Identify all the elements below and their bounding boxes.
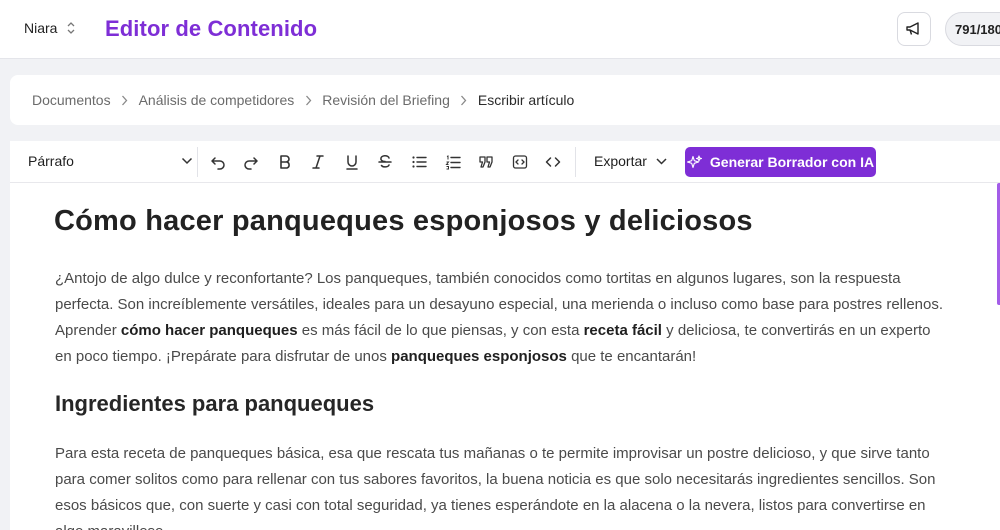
code-icon <box>545 157 561 167</box>
generate-draft-label: Generar Borrador con IA <box>709 154 875 170</box>
code-block-icon <box>512 155 528 169</box>
announcements-button[interactable] <box>897 12 931 46</box>
bold-icon <box>280 155 290 169</box>
ordered-list-icon <box>445 155 461 170</box>
chevron-right-icon <box>450 95 478 106</box>
quote-button[interactable] <box>476 152 496 172</box>
undo-button[interactable] <box>208 152 228 172</box>
section-heading: Ingredientes para panqueques <box>55 391 375 416</box>
chevron-right-icon <box>294 95 322 106</box>
bullet-list-icon <box>412 156 427 168</box>
bold-button[interactable] <box>275 152 295 172</box>
block-type-select[interactable]: Párrafo <box>28 153 193 169</box>
intro-paragraph: ¿Antojo de algo dulce y reconfortante? L… <box>55 270 944 365</box>
breadcrumb-item-current: Escribir artículo <box>477 92 575 108</box>
underline-button[interactable] <box>342 152 362 172</box>
chevron-down-icon <box>656 157 667 165</box>
undo-icon <box>211 157 225 170</box>
editor-canvas[interactable]: Cómo hacer panqueques esponjosos y delic… <box>10 183 1000 530</box>
quote-icon <box>479 156 493 168</box>
export-button[interactable]: Exportar <box>594 153 667 169</box>
chevron-up-down-icon <box>68 22 75 34</box>
breadcrumb-item-revision[interactable]: Revisión del Briefing <box>322 92 450 108</box>
credits-counter: 791/1800 <box>945 12 1000 46</box>
workspace-selector[interactable]: Niara <box>24 20 77 36</box>
strikethrough-button[interactable] <box>375 152 395 172</box>
sparkles-icon <box>686 154 702 168</box>
redo-button[interactable] <box>241 152 261 172</box>
export-label: Exportar <box>594 153 647 169</box>
breadcrumb-card: Documentos Análisis de competidores Revi… <box>10 75 1000 125</box>
keyword-bold: panqueques esponjosos <box>391 348 567 365</box>
italic-icon <box>312 155 324 169</box>
toolbar-divider <box>575 147 576 177</box>
keyword-bold: receta fácil <box>583 322 662 339</box>
chevron-right-icon <box>111 95 139 106</box>
editor-toolbar: Párrafo Exportar Generar Borrador con IA <box>10 141 1000 183</box>
toolbar-divider <box>197 147 198 177</box>
strikethrough-icon <box>378 155 392 168</box>
article-title: Cómo hacer panqueques esponjosos y delic… <box>54 205 753 237</box>
keyword-bold: cómo hacer panqueques <box>120 322 298 339</box>
inline-code-button[interactable] <box>543 152 563 172</box>
code-block-button[interactable] <box>510 152 530 172</box>
redo-icon <box>244 157 258 170</box>
breadcrumb: Documentos Análisis de competidores Revi… <box>32 92 574 108</box>
workspace-name: Niara <box>24 20 58 36</box>
top-bar: Niara Editor de Contenido 791/1800 <box>0 0 1000 59</box>
bullet-list-button[interactable] <box>409 152 429 172</box>
generate-draft-button[interactable]: Generar Borrador con IA <box>685 147 876 177</box>
app-title: Editor de Contenido <box>105 16 318 41</box>
megaphone-icon <box>906 22 919 35</box>
chevron-down-icon <box>181 157 193 165</box>
breadcrumb-item-documentos[interactable]: Documentos <box>32 92 111 108</box>
ordered-list-button[interactable] <box>443 152 463 172</box>
italic-button[interactable] <box>308 152 328 172</box>
section-paragraph: Para esta receta de panqueques básica, e… <box>55 445 936 530</box>
breadcrumb-item-analisis[interactable]: Análisis de competidores <box>139 92 295 108</box>
block-type-value: Párrafo <box>28 153 74 169</box>
underline-icon <box>346 155 358 170</box>
